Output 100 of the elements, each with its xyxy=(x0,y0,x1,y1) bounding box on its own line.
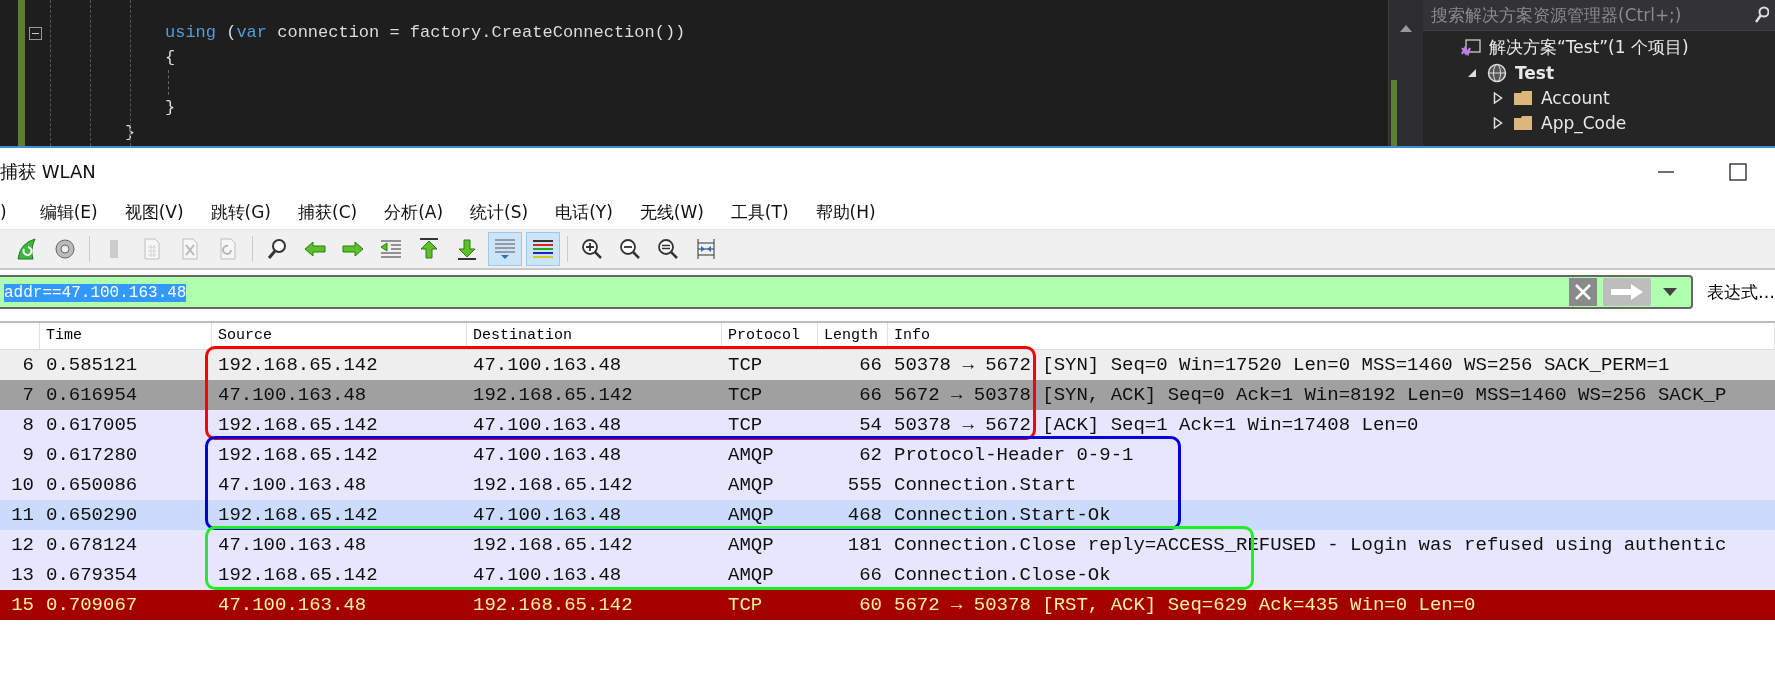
table-cell-text: 0.650086 xyxy=(45,473,139,498)
packet-row[interactable]: 9 0.617280 192.168.65.142 47.100.163.48 AMQP 62 Protocol-Header 0-9-1 xyxy=(0,440,1775,470)
menu-item[interactable]: 帮助(H) xyxy=(815,200,876,224)
gear-icon xyxy=(53,237,77,261)
search-icon xyxy=(265,237,289,261)
table-cell-text: AMQP xyxy=(727,503,775,528)
menu-item[interactable]: 工具(T) xyxy=(730,200,789,224)
menu-item[interactable]: 跳转(G) xyxy=(210,200,271,224)
column-header[interactable]: Info xyxy=(888,323,1775,349)
table-cell-text: TCP xyxy=(727,353,764,378)
table-cell-text: 192.168.65.142 xyxy=(472,533,634,558)
table-cell-text: 47.100.163.48 xyxy=(472,353,623,378)
table-cell-text: 7 xyxy=(21,383,35,408)
table-cell-text: 0.617005 xyxy=(45,413,139,438)
menu-item[interactable]: 分析(A) xyxy=(384,200,444,224)
down-arrow-icon xyxy=(455,237,479,261)
column-header[interactable]: Source xyxy=(212,323,467,349)
maximize-icon[interactable] xyxy=(1729,162,1747,181)
table-cell-text: 11 xyxy=(10,503,35,528)
expanded-icon[interactable] xyxy=(1467,67,1477,78)
collapse-icon[interactable] xyxy=(29,27,42,40)
table-cell-text: 62 xyxy=(858,443,883,468)
tree-item[interactable]: 解决方案“Test”(1 个项目) xyxy=(1489,36,1689,59)
table-cell-text: 50378 → 5672 [SYN] Seq=0 Win=17520 Len=0 MSS=1460 WS=256 SACK_PERM=1 xyxy=(893,353,1671,378)
table-cell-text: 192.168.65.142 xyxy=(472,383,634,408)
menu-item[interactable]: ) xyxy=(0,202,7,222)
colored-lines-icon xyxy=(531,237,555,261)
search-icon[interactable] xyxy=(1755,6,1769,24)
menu-item[interactable]: 视图(V) xyxy=(124,200,184,224)
dropdown-caret-icon[interactable] xyxy=(1663,288,1677,296)
table-cell-text: 0.585121 xyxy=(45,353,139,378)
table-cell-text: 8 xyxy=(21,413,35,438)
table-cell-text: 181 xyxy=(846,533,883,558)
packet-row[interactable]: 15 0.709067 47.100.163.48 192.168.65.142 TCP 60 5672 → 50378 [RST, ACK] Seq=629 Ack=435 Win=0 Len=0 xyxy=(0,590,1775,620)
table-cell-text: 47.100.163.48 xyxy=(217,383,368,408)
table-cell-text: 15 xyxy=(10,593,35,618)
tree-item[interactable]: Account xyxy=(1541,87,1610,108)
folder-icon xyxy=(1513,89,1533,106)
packet-row[interactable]: 11 0.650290 192.168.65.142 47.100.163.48 AMQP 468 Connection.Start-Ok xyxy=(0,500,1775,530)
zoom-out-icon xyxy=(618,237,642,261)
collapsed-icon[interactable] xyxy=(1493,116,1503,129)
solution-icon xyxy=(1461,38,1481,57)
right-arrow-icon xyxy=(1609,282,1645,302)
table-cell-text: 192.168.65.142 xyxy=(472,473,634,498)
packet-row[interactable]: 8 0.617005 192.168.65.142 47.100.163.48 TCP 54 50378 → 5672 [ACK] Seq=1 Ack=1 Win=17408 Len=0 xyxy=(0,410,1775,440)
table-cell-text: 66 xyxy=(858,563,883,588)
scrollbar[interactable] xyxy=(1388,0,1423,146)
collapsed-icon[interactable] xyxy=(1493,91,1503,104)
clear-filter-button[interactable] xyxy=(1569,278,1597,306)
window-title: 捕获 WLAN xyxy=(0,159,96,184)
lines-arrow-icon xyxy=(379,237,403,261)
filter-text: addr==47.100.163.48 xyxy=(4,284,187,302)
scroll-up-icon[interactable] xyxy=(1400,24,1412,32)
menu-item[interactable]: 统计(S) xyxy=(470,200,529,224)
table-cell-text: 5672 → 50378 [SYN, ACK] Seq=0 Ack=1 Win=8192 Len=0 MSS=1460 WS=256 SACK_P xyxy=(893,383,1728,408)
table-cell-text: 0.678124 xyxy=(45,533,139,558)
table-cell-text: 192.168.65.142 xyxy=(217,563,379,588)
table-cell-text: 5672 → 50378 [RST, ACK] Seq=629 Ack=435 Win=0 Len=0 xyxy=(893,593,1477,618)
table-cell-text: AMQP xyxy=(727,563,775,588)
lines-caret-icon xyxy=(493,237,517,261)
packet-row[interactable]: 6 0.585121 192.168.65.142 47.100.163.48 TCP 66 50378 → 5672 [SYN] Seq=0 Win=17520 Len=0 MSS=1460 WS=256 SACK_PERM=1 xyxy=(0,350,1775,380)
packet-row[interactable]: 7 0.616954 47.100.163.48 192.168.65.142 TCP 66 5672 → 50378 [SYN, ACK] Seq=0 Ack=1 Win=8192 Len=0 MSS=1460 WS=256 SACK_P xyxy=(0,380,1775,410)
table-cell-text: 47.100.163.48 xyxy=(472,413,623,438)
table-cell-text: Connection.Start xyxy=(893,473,1078,498)
table-cell-text: 13 xyxy=(10,563,35,588)
columns-icon xyxy=(694,237,718,261)
tree-item[interactable]: Test xyxy=(1515,62,1555,83)
table-cell-text: 6 xyxy=(21,353,35,378)
column-header[interactable]: Destination xyxy=(467,323,722,349)
code-line: { xyxy=(165,48,176,67)
table-cell-text: TCP xyxy=(727,383,764,408)
menu-item[interactable]: 捕获(C) xyxy=(298,200,358,224)
table-cell-text: 60 xyxy=(858,593,883,618)
table-cell-text: 192.168.65.142 xyxy=(217,353,379,378)
up-arrow-icon xyxy=(417,237,441,261)
table-cell-text: 192.168.65.142 xyxy=(217,503,379,528)
menu-item[interactable]: 无线(W) xyxy=(639,200,704,224)
packet-row[interactable]: 10 0.650086 47.100.163.48 192.168.65.142 AMQP 555 Connection.Start xyxy=(0,470,1775,500)
change-marker xyxy=(1391,80,1397,146)
table-cell-text: 0.650290 xyxy=(45,503,139,528)
table-cell-text: 0.709067 xyxy=(45,593,139,618)
column-header[interactable]: Length xyxy=(818,323,888,349)
table-cell-text: AMQP xyxy=(727,533,775,558)
table-cell-text: AMQP xyxy=(727,443,775,468)
table-cell-text: 0.617280 xyxy=(45,443,139,468)
table-cell-text: Connection.Close-Ok xyxy=(893,563,1112,588)
table-cell-text: 192.168.65.142 xyxy=(472,593,634,618)
packet-row[interactable]: 13 0.679354 192.168.65.142 47.100.163.48 AMQP 66 Connection.Close-Ok xyxy=(0,560,1775,590)
table-cell-text: 192.168.65.142 xyxy=(217,443,379,468)
search-field[interactable]: 搜索解决方案资源管理器(Ctrl+;) xyxy=(1423,0,1775,31)
table-cell-text: 66 xyxy=(858,353,883,378)
menu-item[interactable]: 电话(Y) xyxy=(555,200,613,224)
table-cell-text: 47.100.163.48 xyxy=(217,473,368,498)
column-header[interactable]: Protocol xyxy=(722,323,818,349)
colorize-button[interactable] xyxy=(526,232,560,266)
tree-item[interactable]: App_Code xyxy=(1541,112,1627,133)
table-cell-text: 47.100.163.48 xyxy=(217,593,368,618)
expression-button[interactable]: 表达式… xyxy=(1693,280,1775,304)
column-header[interactable]: Time xyxy=(40,323,212,349)
menu-item[interactable]: 编辑(E) xyxy=(39,200,98,224)
